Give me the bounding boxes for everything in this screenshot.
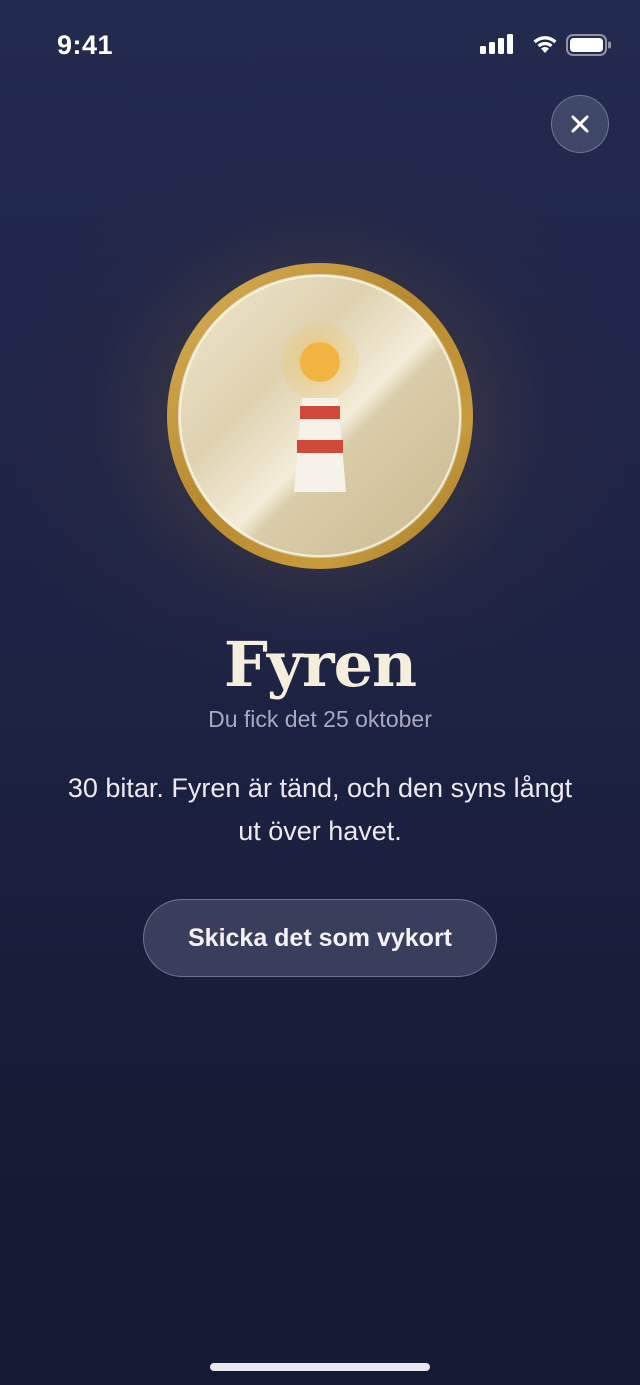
cellular-signal-icon — [480, 34, 513, 54]
badge-title: Fyren — [223, 628, 417, 701]
home-indicator[interactable] — [210, 1363, 430, 1371]
status-bar: 9:41 — [0, 0, 640, 92]
battery-icon — [566, 34, 611, 56]
send-postcard-button[interactable]: Skicka det som vykort — [143, 899, 497, 977]
wifi-icon — [533, 36, 557, 53]
badge-description: 30 bitar. Fyren är tänd, och den syns lå… — [67, 773, 573, 846]
badge-date: Du fick det 25 oktober — [208, 706, 432, 732]
lighthouse-badge-medal — [167, 263, 473, 569]
close-icon — [571, 115, 589, 133]
status-time: 9:41 — [57, 30, 114, 60]
close-button[interactable] — [551, 95, 609, 153]
